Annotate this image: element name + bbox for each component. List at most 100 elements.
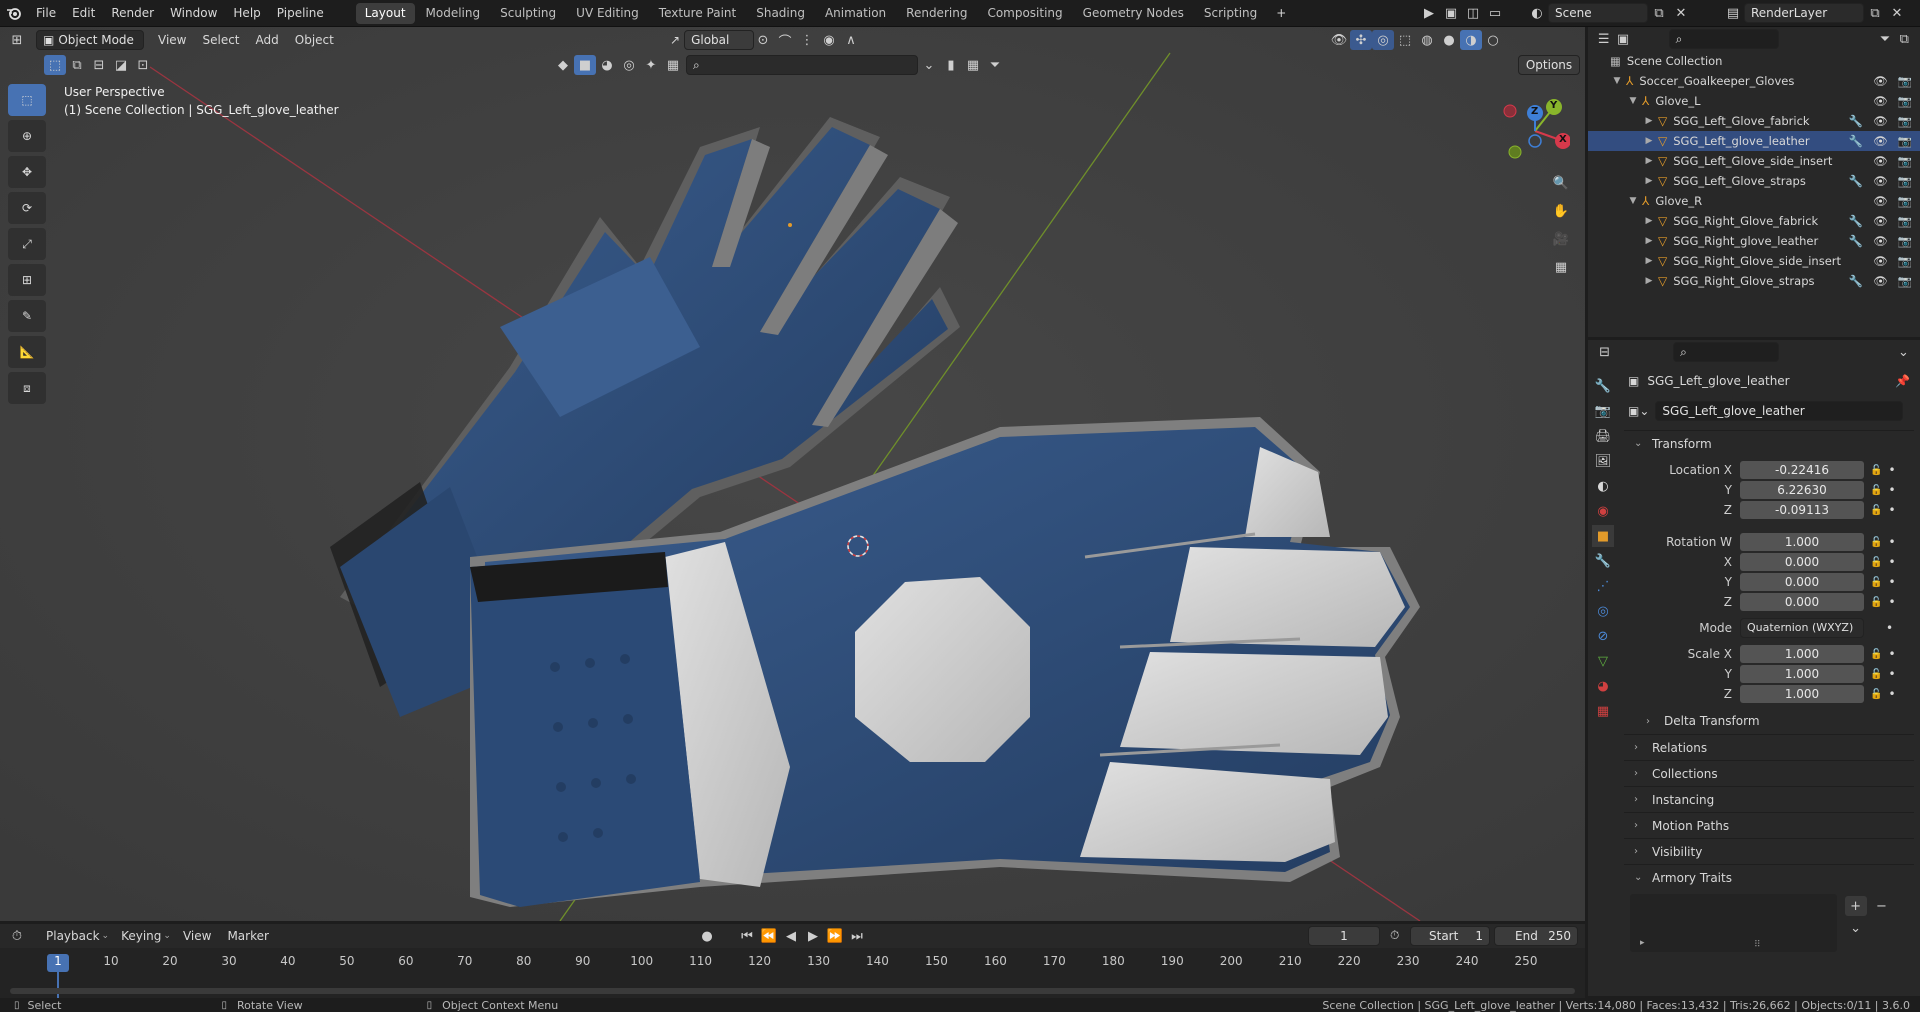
tab-texture-paint[interactable]: Texture Paint [650, 3, 745, 24]
tab-modeling[interactable]: Modeling [417, 3, 490, 24]
eye-visibility-icon[interactable]: 👁 [1873, 114, 1888, 128]
expand-arrow-down-icon[interactable]: ▼ [1626, 196, 1640, 206]
expand-arrow-right-icon[interactable]: ▶ [1642, 116, 1656, 126]
cursor-tool-icon[interactable]: ⊕ [8, 120, 46, 152]
filter-all-icon[interactable]: ◆ [552, 55, 574, 75]
world-tab-icon[interactable]: ◉ [1592, 500, 1614, 522]
keyframe-dot-icon[interactable]: • [1888, 535, 1895, 549]
keyframe-dot-icon[interactable]: • [1888, 503, 1895, 517]
outliner-item[interactable]: ▶ ▽ SGG_Left_glove_leather 🔧 👁 📷 [1588, 131, 1920, 151]
datablock-type-icon[interactable]: ▣⌄ [1628, 404, 1649, 418]
keyframe-dot-icon[interactable]: • [1888, 595, 1895, 609]
tool-tab-icon[interactable]: 🔧 [1592, 375, 1614, 397]
armory-traits-header[interactable]: ⌄ Armory Traits [1624, 864, 1914, 890]
rotation-x-field[interactable]: 0.000 [1740, 553, 1864, 571]
outliner-item[interactable]: ▶ ▽ SGG_Right_glove_leather 🔧 👁 📷 [1588, 231, 1920, 251]
lock-icon[interactable]: 🔓 [1870, 577, 1882, 588]
location-y-field[interactable]: 6.22630 [1740, 481, 1864, 499]
select-intersect-icon[interactable]: ⊡ [132, 55, 154, 75]
panel-relations[interactable]: › Relations [1624, 734, 1914, 760]
expand-arrow-right-icon[interactable]: ▶ [1642, 256, 1656, 266]
viewport-menu-view[interactable]: View [150, 33, 194, 47]
wrench-modifier-icon[interactable]: 🔧 [1849, 214, 1863, 228]
panel-instancing[interactable]: › Instancing [1624, 786, 1914, 812]
wrench-modifier-icon[interactable]: 🔧 [1849, 134, 1863, 148]
rotate-tool-icon[interactable]: ⟳ [8, 192, 46, 224]
render-image-icon[interactable]: ▶ [1418, 3, 1440, 23]
traits-list[interactable]: ▸ ⠿ [1630, 894, 1837, 952]
tab-scripting[interactable]: Scripting [1195, 3, 1266, 24]
camera-render-icon[interactable]: 📷 [1898, 134, 1912, 148]
list-expand-icon[interactable]: ▸ [1640, 938, 1645, 948]
rotation-y-field[interactable]: 0.000 [1740, 573, 1864, 591]
eye-visibility-icon[interactable]: 👁 [1873, 134, 1888, 148]
editor-type-icon[interactable]: ⊞ [6, 30, 28, 50]
select-extend-icon[interactable]: ⧉ [66, 55, 88, 75]
expand-arrow-down-icon[interactable]: ▼ [1626, 96, 1640, 106]
lock-icon[interactable]: 🔓 [1870, 465, 1882, 476]
keyframe-dot-icon[interactable]: • [1886, 621, 1893, 635]
add-cube-tool-icon[interactable]: ⧈ [8, 372, 46, 404]
blender-logo-icon[interactable] [0, 3, 28, 23]
lock-icon[interactable]: 🔓 [1870, 689, 1882, 700]
scale-z-field[interactable]: 1.000 [1740, 685, 1864, 703]
filter-light-icon[interactable]: ✦ [640, 55, 662, 75]
remove-trait-button[interactable]: − [1870, 896, 1892, 916]
menu-edit[interactable]: Edit [64, 0, 103, 27]
rotation-mode-dropdown[interactable]: Quaternion (WXYZ) [1740, 618, 1864, 638]
menu-pipeline[interactable]: Pipeline [269, 0, 332, 27]
outliner-item[interactable]: ▼ ⅄ Glove_R 👁 📷 [1588, 191, 1920, 211]
properties-editor-icon[interactable]: ⊟ [1594, 342, 1615, 362]
wrench-modifier-icon[interactable]: 🔧 [1849, 114, 1863, 128]
camera-render-icon[interactable]: 📷 [1898, 114, 1912, 128]
scale-x-field[interactable]: 1.000 [1740, 645, 1864, 663]
eye-visibility-icon[interactable]: 👁 [1873, 214, 1888, 228]
filter-material-icon[interactable]: ◕ [596, 55, 618, 75]
camera-render-icon[interactable]: 📷 [1898, 154, 1912, 168]
camera-render-icon[interactable]: 📷 [1898, 254, 1912, 268]
outliner-editor-icon[interactable]: ☰ [1594, 29, 1613, 49]
panel-visibility[interactable]: › Visibility [1624, 838, 1914, 864]
menu-render[interactable]: Render [103, 0, 162, 27]
particles-tab-icon[interactable]: ⋰ [1592, 575, 1614, 597]
trait-menu-icon[interactable]: ⌄ [1845, 918, 1867, 938]
camera-render-icon[interactable]: 📷 [1898, 74, 1912, 88]
eye-visibility-icon[interactable]: 👁 [1873, 254, 1888, 268]
expand-arrow-right-icon[interactable]: ▶ [1642, 176, 1656, 186]
filter-world-icon[interactable]: ◎ [618, 55, 640, 75]
properties-search-input[interactable]: ⌕ [1673, 342, 1779, 362]
outliner-root-row[interactable]: ▦ Scene Collection [1588, 51, 1920, 71]
tab-geometry-nodes[interactable]: Geometry Nodes [1074, 3, 1193, 24]
new-collection-icon[interactable]: ⧉ [1895, 29, 1914, 49]
menu-window[interactable]: Window [162, 0, 225, 27]
texture-tab-icon[interactable]: ▦ [1592, 700, 1614, 722]
resize-grip-icon[interactable]: ⠿ [1754, 940, 1761, 950]
display-mode-icon[interactable]: ▣ [1613, 29, 1632, 49]
timeline-track[interactable]: 1 10 20 30 40 50 60 70 80 90 100 110 120 130 140 150 160… [0, 948, 1585, 998]
render-tab-icon[interactable]: 📷 [1592, 400, 1614, 422]
mode-dropdown[interactable]: ▣ Object Mode [36, 30, 144, 50]
filter-object-icon[interactable]: ■ [574, 55, 596, 75]
datablock-name-field[interactable]: SGG_Left_glove_leather [1655, 401, 1904, 421]
panel-motion-paths[interactable]: › Motion Paths [1624, 812, 1914, 838]
material-tab-icon[interactable]: ◕ [1592, 675, 1614, 697]
display-mode-icon[interactable]: ▦ [962, 55, 984, 75]
pivot-icon[interactable]: ⊙ [752, 30, 774, 50]
outliner-item[interactable]: ▼ ⅄ Glove_L 👁 📷 [1588, 91, 1920, 111]
snap-icon[interactable]: ⌒ [774, 30, 796, 50]
object-tab-icon[interactable]: ■ [1592, 525, 1614, 547]
expand-arrow-right-icon[interactable]: ▶ [1642, 236, 1656, 246]
lock-icon[interactable]: 🔓 [1870, 505, 1882, 516]
keyframe-dot-icon[interactable]: • [1888, 647, 1895, 661]
camera-render-icon[interactable]: 📷 [1898, 174, 1912, 188]
location-x-field[interactable]: -0.22416 [1740, 461, 1864, 479]
wireframe-shading-icon[interactable]: ◍ [1416, 30, 1438, 50]
select-invert-icon[interactable]: ◪ [110, 55, 132, 75]
select-box-tool-icon[interactable]: ⬚ [8, 84, 46, 116]
new-view-layer-icon[interactable]: ⧉ [1864, 3, 1886, 23]
add-workspace-button[interactable]: + [1268, 0, 1294, 27]
scale-y-field[interactable]: 1.000 [1740, 665, 1864, 683]
scene-selector[interactable]: ◐ Scene ⧉ ✕ [1526, 3, 1692, 23]
wrench-modifier-icon[interactable]: 🔧 [1849, 174, 1863, 188]
camera-render-icon[interactable]: 📷 [1898, 274, 1912, 288]
